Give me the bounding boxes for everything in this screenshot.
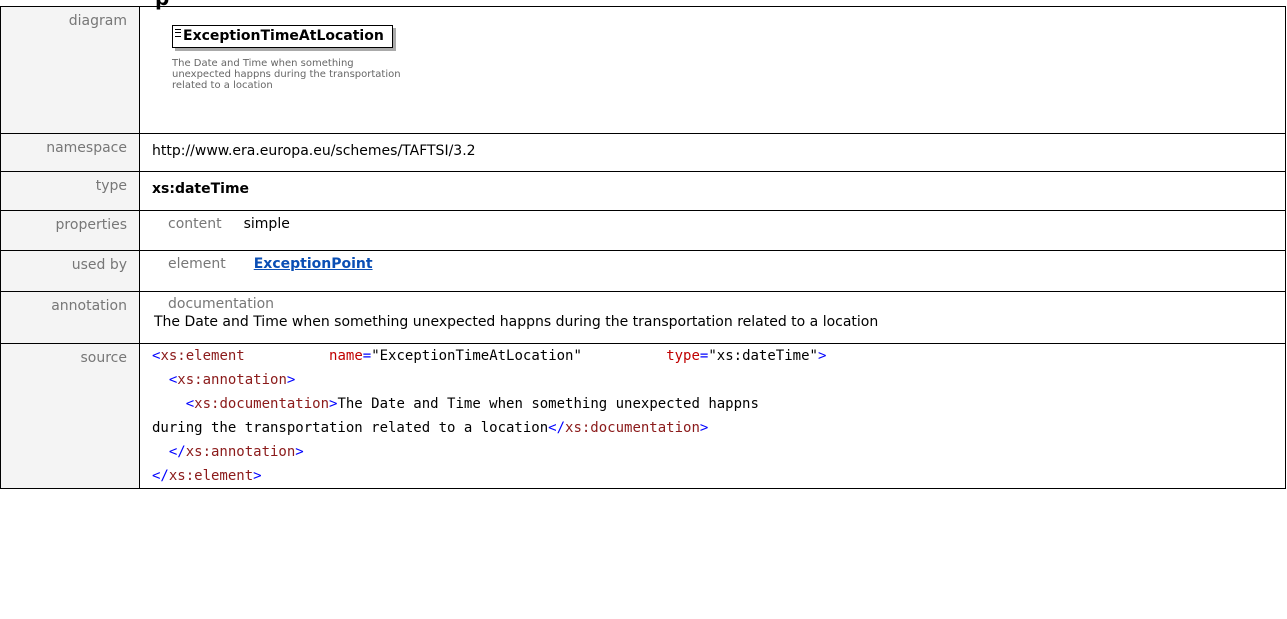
element-diagram-name: ExceptionTimeAtLocation: [183, 28, 384, 44]
diagram-label: diagram: [0, 6, 140, 134]
source-line-2: <xs:annotation>: [168, 372, 296, 388]
element-diagram-description: The Date and Time when something unexpec…: [172, 58, 401, 91]
property-value-content: simple: [243, 216, 290, 232]
annotation-row: annotation documentation The Date and Ti…: [0, 291, 1286, 344]
used-by-row: used by element ExceptionPoint: [0, 250, 1286, 292]
source-label: source: [0, 343, 140, 489]
source-code[interactable]: <xs:element name="ExceptionTimeAtLocatio…: [139, 343, 1286, 489]
properties-label: properties: [0, 210, 140, 251]
source-line-4: during the transportation related to a l…: [152, 420, 709, 436]
diagram-cell: ExceptionTimeAtLocation The Date and Tim…: [139, 6, 1286, 134]
type-row: type xs:dateTime: [0, 171, 1286, 211]
properties-cell: content simple: [139, 210, 1286, 251]
documentation-label: documentation: [168, 296, 275, 312]
diagram-row: diagram ExceptionTimeAtLocation The Date…: [0, 6, 1286, 134]
annotation-label: annotation: [0, 291, 140, 344]
source-line-5: </xs:annotation>: [168, 444, 304, 460]
source-row: source <xs:element name="ExceptionTimeAt…: [0, 343, 1286, 489]
type-value: xs:dateTime: [139, 171, 1286, 211]
properties-row: properties content simple: [0, 210, 1286, 251]
used-by-label: used by: [0, 250, 140, 292]
namespace-value: http://www.era.europa.eu/schemes/TAFTSI/…: [139, 133, 1286, 172]
element-diagram-box[interactable]: ExceptionTimeAtLocation: [172, 25, 393, 48]
type-label: type: [0, 171, 140, 211]
source-line-3: <xs:documentation>The Date and Time when…: [185, 396, 759, 412]
property-key-content: content: [168, 216, 222, 232]
annotation-cell: documentation The Date and Time when som…: [139, 291, 1286, 344]
source-line-6: </xs:element>: [152, 468, 262, 484]
exception-point-link[interactable]: ExceptionPoint: [254, 256, 373, 272]
element-documentation-table: diagram ExceptionTimeAtLocation The Date…: [0, 6, 1286, 489]
namespace-label: namespace: [0, 133, 140, 172]
namespace-row: namespace http://www.era.europa.eu/schem…: [0, 133, 1286, 172]
used-by-cell: element ExceptionPoint: [139, 250, 1286, 292]
used-by-kind: element: [168, 256, 226, 272]
documentation-text: The Date and Time when something unexpec…: [154, 314, 879, 330]
source-line-1: <xs:element name="ExceptionTimeAtLocatio…: [152, 348, 827, 364]
element-list-icon: [175, 29, 181, 37]
